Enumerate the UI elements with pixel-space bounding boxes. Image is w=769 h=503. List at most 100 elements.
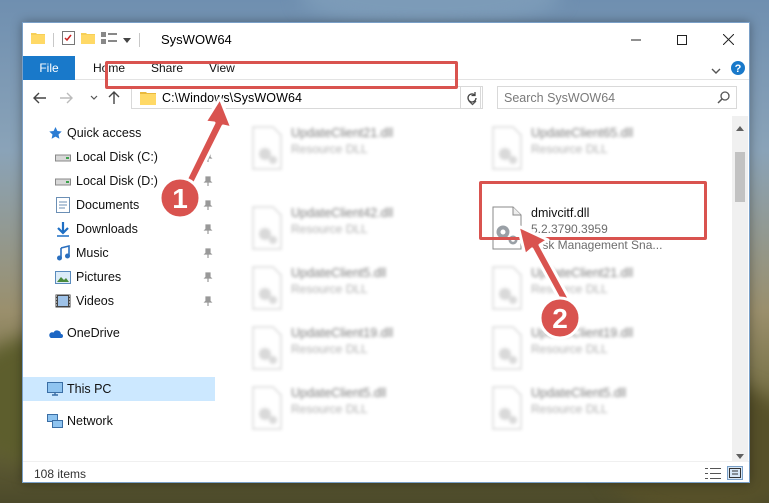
expand-ribbon-icon[interactable] bbox=[711, 64, 721, 78]
search-input[interactable]: Search SysWOW64 bbox=[497, 86, 737, 109]
up-arrow-icon bbox=[108, 91, 120, 104]
close-icon bbox=[722, 34, 734, 45]
file-item[interactable]: UpdateClient19.dll Resource DLL bbox=[243, 320, 463, 378]
nav-label: This PC bbox=[67, 382, 112, 396]
dll-file-icon bbox=[492, 126, 522, 170]
dll-file-icon bbox=[252, 206, 282, 250]
file-name: UpdateClient5.dll bbox=[291, 266, 387, 280]
file-item[interactable]: UpdateClient5.dll Resource DLL bbox=[483, 380, 703, 438]
music-icon bbox=[55, 245, 71, 261]
file-type: Resource DLL bbox=[291, 402, 368, 416]
drive-icon bbox=[55, 173, 71, 189]
computer-icon bbox=[47, 381, 63, 397]
file-type: Resource DLL bbox=[291, 142, 368, 156]
callout-1-number: 1 bbox=[172, 183, 188, 214]
up-button[interactable] bbox=[105, 89, 123, 107]
file-item[interactable]: UpdateClient42.dll Resource DLL bbox=[243, 200, 463, 258]
file-name: UpdateClient65.dll bbox=[531, 126, 634, 140]
minimize-button[interactable] bbox=[613, 23, 659, 56]
cloud-icon bbox=[47, 325, 63, 341]
toolbar-separator bbox=[139, 32, 140, 47]
help-icon[interactable]: ? bbox=[730, 60, 746, 79]
nav-onedrive[interactable]: OneDrive bbox=[23, 321, 215, 345]
videos-icon bbox=[55, 293, 71, 309]
dll-file-icon bbox=[492, 386, 522, 430]
status-bar: 108 items bbox=[23, 461, 749, 484]
nav-label: Pictures bbox=[76, 270, 122, 284]
nav-label: Local Disk (C:) bbox=[76, 150, 158, 164]
tiles-view-icon[interactable] bbox=[727, 466, 743, 480]
chevron-down-icon[interactable] bbox=[123, 33, 131, 47]
scroll-thumb[interactable] bbox=[735, 152, 745, 202]
nav-label: Downloads bbox=[76, 222, 138, 236]
dll-file-icon bbox=[252, 266, 282, 310]
file-list: UpdateClient21.dll Resource DLL UpdateCl… bbox=[215, 116, 733, 461]
svg-text:?: ? bbox=[735, 63, 742, 75]
dll-file-icon bbox=[252, 386, 282, 430]
drive-icon bbox=[55, 149, 71, 165]
nav-this-pc[interactable]: This PC bbox=[23, 377, 215, 401]
maximize-button[interactable] bbox=[659, 23, 705, 56]
nav-label: OneDrive bbox=[67, 326, 120, 340]
refresh-button[interactable] bbox=[460, 86, 483, 109]
scroll-up-icon[interactable] bbox=[736, 120, 744, 134]
documents-icon bbox=[55, 197, 71, 213]
pin-icon[interactable] bbox=[203, 247, 213, 261]
nav-label: Music bbox=[76, 246, 109, 260]
callout-2-number: 2 bbox=[552, 303, 568, 334]
pin-icon[interactable] bbox=[203, 223, 213, 237]
nav-item-pictures[interactable]: Pictures bbox=[23, 265, 215, 289]
file-name: UpdateClient42.dll bbox=[291, 206, 394, 220]
star-icon bbox=[47, 125, 63, 141]
nav-network[interactable]: Network bbox=[23, 409, 215, 433]
back-button[interactable] bbox=[31, 89, 49, 107]
search-placeholder: Search SysWOW64 bbox=[504, 91, 616, 105]
item-count: 108 items bbox=[34, 467, 87, 481]
file-name: UpdateClient5.dll bbox=[291, 386, 387, 400]
callout-1: 1 bbox=[158, 96, 234, 220]
network-icon bbox=[47, 413, 63, 429]
explorer-window: SysWOW64 File Home Share View ? C:\Windo… bbox=[22, 22, 750, 483]
window-title: SysWOW64 bbox=[161, 32, 232, 47]
tab-file[interactable]: File bbox=[23, 56, 75, 80]
close-button[interactable] bbox=[705, 23, 751, 56]
maximize-icon bbox=[677, 34, 687, 45]
chevron-down-icon bbox=[90, 95, 98, 100]
file-name: UpdateClient19.dll bbox=[291, 326, 394, 340]
toolbar-separator bbox=[53, 32, 54, 47]
file-item[interactable]: UpdateClient21.dll Resource DLL bbox=[243, 120, 463, 178]
pin-icon[interactable] bbox=[203, 271, 213, 285]
vertical-scrollbar[interactable] bbox=[732, 116, 748, 461]
new-folder-icon[interactable] bbox=[81, 32, 95, 47]
file-item[interactable]: UpdateClient5.dll Resource DLL bbox=[243, 380, 463, 438]
properties-icon[interactable] bbox=[62, 31, 75, 48]
forward-arrow-icon bbox=[60, 92, 73, 104]
search-icon[interactable] bbox=[717, 91, 730, 107]
callout-2: 2 bbox=[516, 224, 582, 340]
forward-button[interactable] bbox=[57, 89, 75, 107]
folder-icon bbox=[31, 32, 45, 47]
downloads-icon bbox=[55, 221, 71, 237]
nav-label: Videos bbox=[76, 294, 114, 308]
quick-access-toolbar bbox=[31, 31, 142, 48]
nav-label: Documents bbox=[76, 198, 140, 212]
nav-item-music[interactable]: Music bbox=[23, 241, 215, 265]
title-bar: SysWOW64 bbox=[23, 23, 749, 56]
file-type: Resource DLL bbox=[291, 222, 368, 236]
dll-file-icon bbox=[252, 326, 282, 370]
details-view-icon[interactable] bbox=[705, 466, 721, 480]
file-name: UpdateClient21.dll bbox=[291, 126, 394, 140]
recent-locations-button[interactable] bbox=[85, 89, 103, 107]
file-type: Resource DLL bbox=[531, 142, 608, 156]
file-item[interactable]: UpdateClient65.dll Resource DLL bbox=[483, 120, 703, 178]
pictures-icon bbox=[55, 269, 71, 285]
nav-item-videos[interactable]: Videos bbox=[23, 289, 215, 313]
nav-label: Network bbox=[67, 414, 113, 428]
refresh-icon bbox=[466, 91, 477, 103]
view-options-icon[interactable] bbox=[101, 32, 117, 47]
file-type: Resource DLL bbox=[531, 402, 608, 416]
file-name: UpdateClient5.dll bbox=[531, 386, 627, 400]
back-arrow-icon bbox=[33, 92, 46, 104]
pin-icon[interactable] bbox=[203, 295, 213, 309]
file-item[interactable]: UpdateClient5.dll Resource DLL bbox=[243, 260, 463, 318]
